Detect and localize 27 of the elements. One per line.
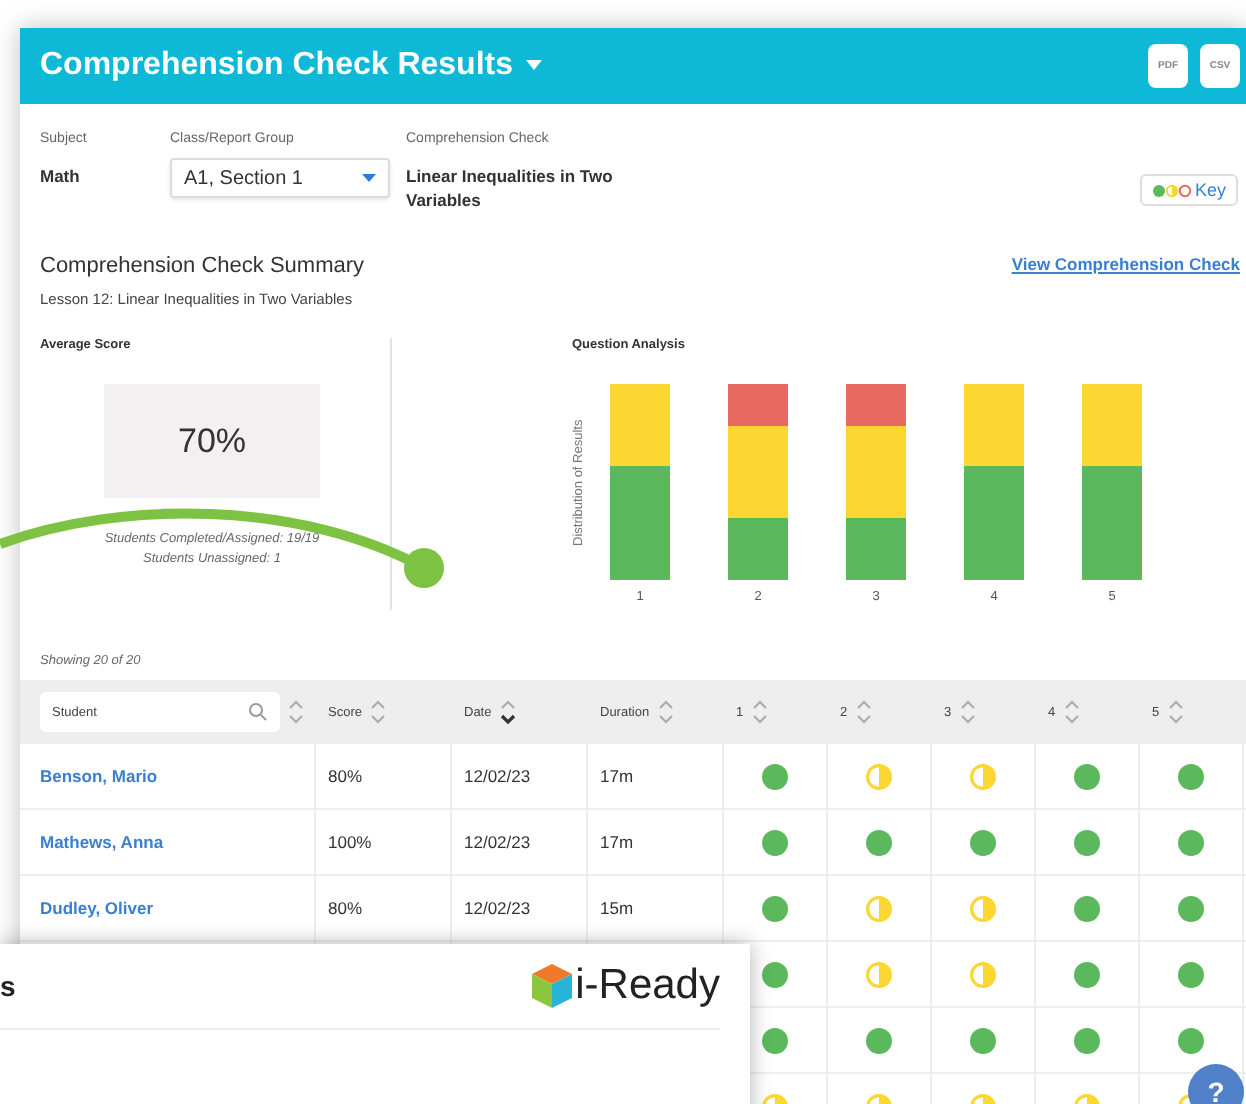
result-dots-icon bbox=[1152, 183, 1193, 197]
score-cell: 80% bbox=[328, 766, 363, 786]
cube-icon bbox=[531, 964, 572, 1008]
class-dropdown[interactable]: A1, Section 1 bbox=[170, 158, 390, 198]
student-link[interactable]: Mathews, Anna bbox=[40, 832, 164, 852]
brand-logo-text: i-Ready bbox=[575, 962, 720, 1010]
date-cell: 12/02/23 bbox=[464, 832, 531, 852]
caret-icon bbox=[362, 174, 376, 182]
score-cell: 80% bbox=[328, 898, 363, 918]
filter-value: Linear Inequalities in Two Variables bbox=[406, 164, 615, 212]
score-cell: 100% bbox=[328, 832, 372, 852]
filter-value: Math bbox=[40, 164, 82, 188]
date-cell: 12/02/23 bbox=[464, 766, 531, 786]
average-score-card: 70% bbox=[104, 384, 320, 498]
caret-icon bbox=[525, 60, 541, 71]
duration-cell: 15m bbox=[600, 898, 634, 918]
key-button[interactable]: Key bbox=[1140, 174, 1238, 206]
date-cell: 12/02/23 bbox=[464, 898, 531, 918]
view-check-link[interactable]: View Comprehension Check bbox=[1011, 254, 1240, 274]
summary-title: Comprehension Check Summary bbox=[40, 254, 365, 278]
duration-cell: 17m bbox=[600, 766, 634, 786]
search-icon bbox=[248, 702, 268, 722]
student-link[interactable]: Benson, Mario bbox=[40, 766, 158, 786]
student-link[interactable]: Dudley, Oliver bbox=[40, 898, 154, 918]
card-title: s bbox=[0, 970, 16, 1002]
duration-cell: 17m bbox=[600, 832, 634, 852]
sort-icon[interactable] bbox=[499, 700, 516, 724]
